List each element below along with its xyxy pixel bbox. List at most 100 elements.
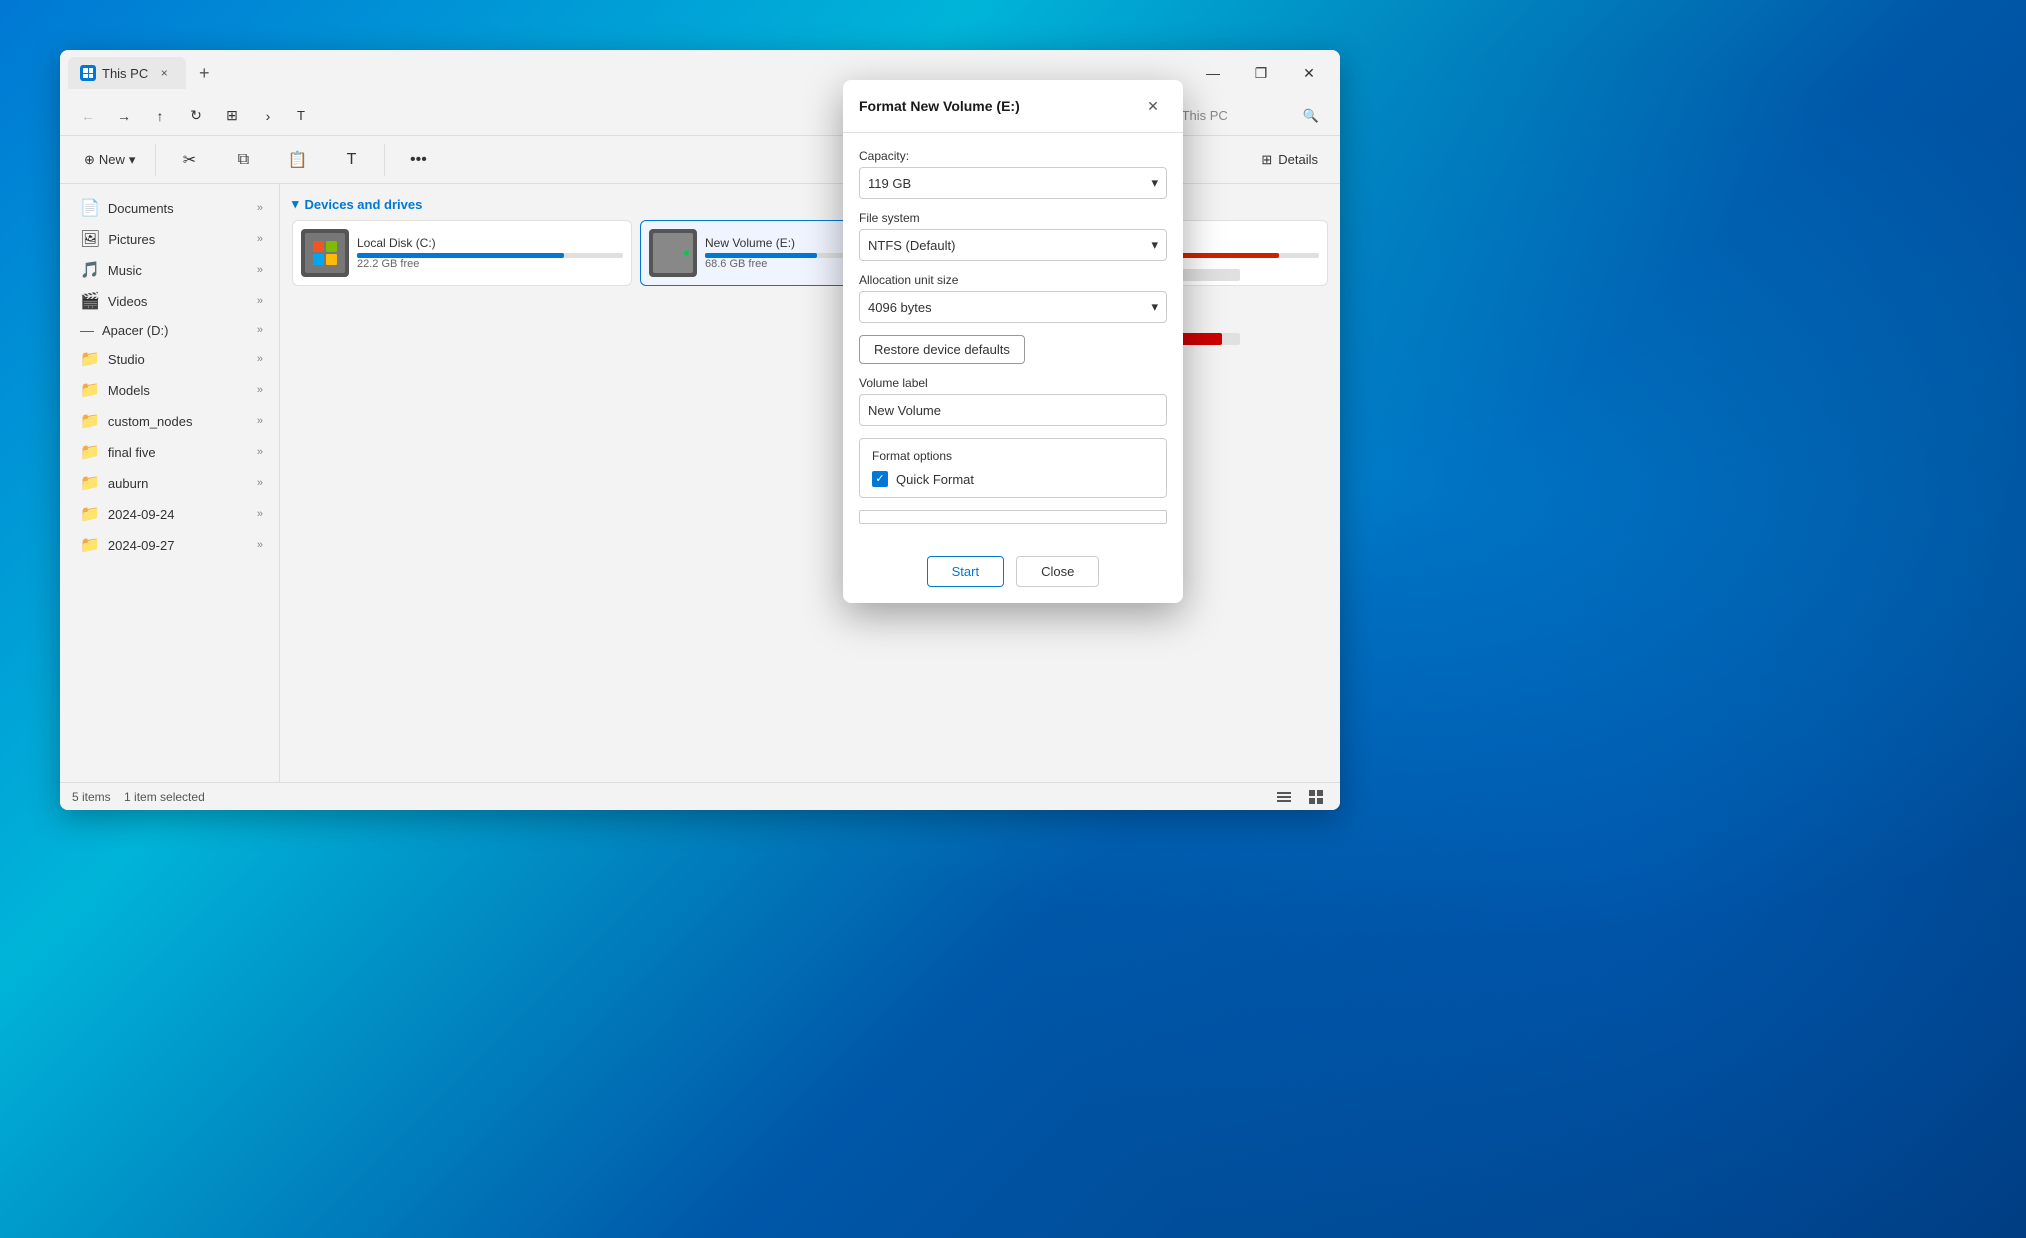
capacity-dropdown-icon: ▾ — [1151, 175, 1158, 191]
sidebar-item-label: 2024-09-24 — [108, 507, 249, 522]
pin-icon: » — [257, 539, 263, 551]
folder-icon: 📁 — [80, 349, 100, 369]
sidebar-item-auburn[interactable]: 📁 auburn » — [64, 468, 275, 498]
sidebar-item-final-five[interactable]: 📁 final five » — [64, 437, 275, 467]
dialog-title-bar: Format New Volume (E:) ✕ — [843, 80, 1183, 133]
dialog-actions: Start Close — [843, 556, 1183, 603]
documents-icon: 📄 — [80, 198, 100, 218]
capacity-select[interactable]: 119 GB ▾ — [859, 167, 1167, 199]
quick-format-row: Quick Format — [872, 471, 1154, 487]
folder-icon: 📁 — [80, 473, 100, 493]
sidebar: 📄 Documents » 🖼 Pictures » 🎵 Music » 🎬 V… — [60, 184, 280, 782]
sidebar-item-apacer[interactable]: — Apacer (D:) » — [64, 317, 275, 343]
sidebar-item-label: Pictures — [108, 232, 249, 247]
view-toggle-btn[interactable]: ⊞ — [216, 100, 248, 132]
pin-icon: » — [257, 202, 263, 214]
format-options-label: Format options — [872, 449, 1154, 463]
dialog-close-btn[interactable]: ✕ — [1139, 92, 1167, 120]
grid-view-btn[interactable] — [1304, 785, 1328, 809]
pin-icon: » — [257, 508, 263, 520]
sidebar-item-custom-nodes[interactable]: 📁 custom_nodes » — [64, 406, 275, 436]
folder-icon: 📁 — [80, 411, 100, 431]
videos-icon: 🎬 — [80, 291, 100, 311]
pin-icon: » — [257, 415, 263, 427]
filesystem-field-group: File system NTFS (Default) ▾ — [859, 211, 1167, 261]
more-btn[interactable]: ••• — [393, 147, 443, 173]
alloc-value: 4096 bytes — [868, 300, 932, 315]
restore-defaults-btn[interactable]: Restore device defaults — [859, 335, 1025, 364]
tab-this-pc[interactable]: This PC × — [68, 57, 186, 89]
pin-icon: » — [257, 324, 263, 336]
sidebar-item-videos[interactable]: 🎬 Videos » — [64, 286, 275, 316]
paste-btn[interactable]: 📋 — [272, 146, 322, 174]
pin-icon: » — [257, 384, 263, 396]
filesystem-dropdown-icon: ▾ — [1151, 237, 1158, 253]
capacity-value: 119 GB — [868, 176, 911, 191]
details-btn[interactable]: ⊞ Details — [1251, 146, 1328, 174]
chevron-btn[interactable]: › — [252, 100, 284, 132]
folder-icon: 📁 — [80, 535, 100, 555]
copy-btn[interactable]: ⧉ — [218, 147, 268, 173]
sidebar-item-date1[interactable]: 📁 2024-09-24 » — [64, 499, 275, 529]
sidebar-item-music[interactable]: 🎵 Music » — [64, 255, 275, 285]
more-icon: ••• — [410, 151, 427, 169]
up-btn[interactable]: ↑ — [144, 100, 176, 132]
tab-add-btn[interactable]: + — [190, 59, 218, 87]
status-bar: 5 items 1 item selected — [60, 782, 1340, 810]
copy-icon: ⧉ — [238, 151, 249, 169]
alloc-label: Allocation unit size — [859, 273, 1167, 287]
window-controls: — ❐ ✕ — [1190, 57, 1332, 89]
ribbon-separator-1 — [155, 144, 156, 176]
back-btn[interactable]: ← — [72, 100, 104, 132]
paste-icon: 📋 — [287, 150, 307, 170]
dialog-body: Capacity: 119 GB ▾ File system NTFS (Def… — [843, 133, 1183, 556]
sidebar-item-label: Studio — [108, 352, 249, 367]
dropdown-chevron-icon: ▾ — [129, 152, 136, 168]
refresh-btn[interactable]: ↻ — [180, 100, 212, 132]
pin-icon: » — [257, 477, 263, 489]
sidebar-item-documents[interactable]: 📄 Documents » — [64, 193, 275, 223]
sidebar-item-studio[interactable]: 📁 Studio » — [64, 344, 275, 374]
pin-icon: » — [257, 233, 263, 245]
quick-format-checkbox[interactable] — [872, 471, 888, 487]
close-btn[interactable]: ✕ — [1286, 57, 1332, 89]
restore-label: Restore device defaults — [874, 342, 1010, 357]
sidebar-item-label: final five — [108, 445, 249, 460]
tab-label: This PC — [102, 66, 148, 81]
tab-close-btn[interactable]: × — [154, 63, 174, 83]
restore-btn[interactable]: ❐ — [1238, 57, 1284, 89]
status-right — [1272, 785, 1328, 809]
new-label: New — [99, 152, 125, 167]
pin-icon: » — [257, 446, 263, 458]
volume-label-group: Volume label — [859, 376, 1167, 426]
close-dialog-button[interactable]: Close — [1016, 556, 1099, 587]
volume-input[interactable] — [859, 394, 1167, 426]
drive-info-local: Local Disk (C:) 22.2 GB free — [357, 236, 623, 270]
start-button[interactable]: Start — [927, 556, 1004, 587]
list-view-btn[interactable] — [1272, 785, 1296, 809]
capacity-field-group: Capacity: 119 GB ▾ — [859, 149, 1167, 199]
format-options-box: Format options Quick Format — [859, 438, 1167, 498]
new-button[interactable]: ⊕ New ▾ — [72, 146, 147, 174]
rename-icon: T — [347, 151, 357, 169]
pin-icon: » — [257, 353, 263, 365]
drive-thumbnail-local — [301, 229, 349, 277]
filesystem-select[interactable]: NTFS (Default) ▾ — [859, 229, 1167, 261]
sidebar-item-label: Apacer (D:) — [102, 323, 249, 338]
sidebar-item-label: custom_nodes — [108, 414, 249, 429]
drive-name: Local Disk (C:) — [357, 236, 623, 250]
alloc-select[interactable]: 4096 bytes ▾ — [859, 291, 1167, 323]
sidebar-item-models[interactable]: 📁 Models » — [64, 375, 275, 405]
alloc-field-group: Allocation unit size 4096 bytes ▾ — [859, 273, 1167, 323]
format-dialog: Format New Volume (E:) ✕ Capacity: 119 G… — [843, 80, 1183, 603]
sidebar-item-date2[interactable]: 📁 2024-09-27 » — [64, 530, 275, 560]
drive-item-local[interactable]: Local Disk (C:) 22.2 GB free — [292, 220, 632, 286]
sidebar-item-pictures[interactable]: 🖼 Pictures » — [64, 224, 275, 254]
items-count: 5 items — [72, 790, 111, 804]
forward-btn[interactable]: → — [108, 100, 140, 132]
sidebar-item-label: auburn — [108, 476, 249, 491]
address-text: T — [297, 108, 305, 123]
cut-btn[interactable]: ✂ — [164, 146, 214, 174]
minimize-btn[interactable]: — — [1190, 57, 1236, 89]
rename-btn[interactable]: T — [326, 147, 376, 173]
